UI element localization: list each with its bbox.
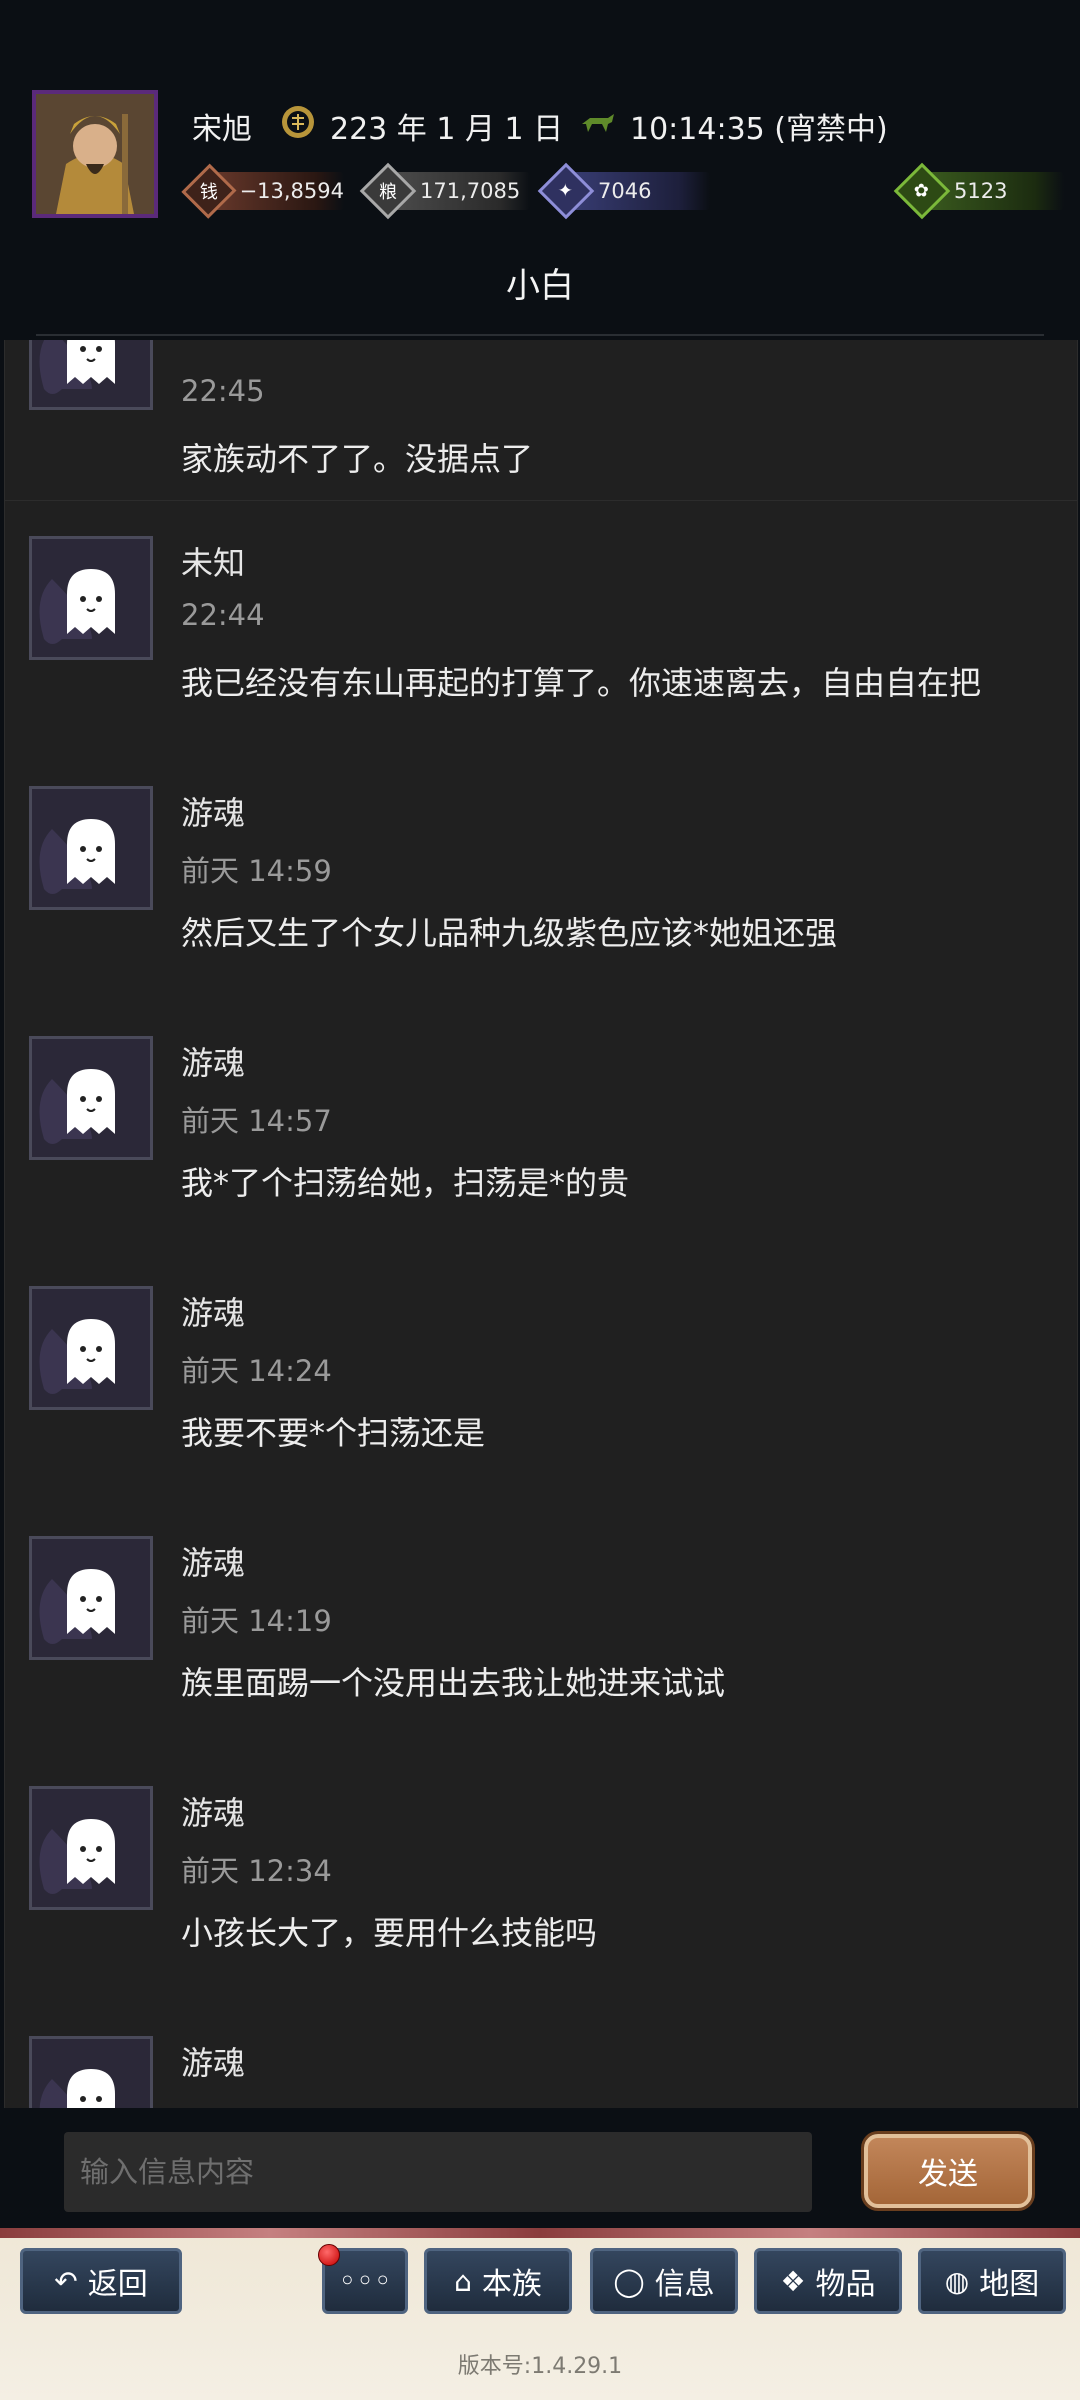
- back-button[interactable]: ↶ 返回: [20, 2248, 182, 2314]
- ghost-icon: [39, 1069, 115, 1144]
- list-item: 游魂 前天 14:19 族里面踢一个没用出去我让她进来试试: [5, 1500, 1077, 1750]
- message-text: 然后又生了个女儿品种九级紫色应该*她姐还强: [181, 914, 838, 952]
- message-sender: 未知: [181, 544, 246, 582]
- back-label: 返回: [87, 2267, 148, 2302]
- message-time: 前天 12:34: [181, 1854, 332, 1888]
- message-time: 前天 14:24: [181, 1354, 332, 1388]
- resource-bag-value: 5123: [954, 179, 1008, 203]
- ghost-avatar[interactable]: [29, 1286, 153, 1410]
- title-divider: [36, 334, 1044, 336]
- horse-icon: [582, 114, 614, 132]
- clan-button[interactable]: ⌂ 本族: [424, 2248, 572, 2314]
- message-sender: 游魂: [181, 1294, 246, 1332]
- chat-title: 小白: [506, 266, 574, 306]
- map-label: 地图: [979, 2267, 1040, 2302]
- ghost-avatar[interactable]: [29, 786, 153, 910]
- message-text: 我已经没有东山再起的打算了。你速速离去，自由自在把: [181, 664, 982, 702]
- ghost-icon: [39, 340, 115, 394]
- back-arrow-icon: ↶: [54, 2264, 78, 2298]
- list-item: 游魂 前天 14:59 然后又生了个女儿品种九级紫色应该*她姐还强: [5, 750, 1077, 1000]
- message-sender: 游魂: [181, 1044, 246, 1082]
- message-sender: 游魂: [181, 794, 246, 832]
- compose-bar: 发送: [0, 2108, 1080, 2228]
- message-sender: 游魂: [181, 1794, 246, 1832]
- clan-icon: ⌂: [454, 2264, 472, 2298]
- list-item: 游魂: [5, 2000, 1077, 2108]
- resource-strength[interactable]: ✦ 7046: [537, 162, 710, 220]
- ghost-avatar[interactable]: [29, 536, 153, 660]
- message-sender: 游魂: [181, 1544, 246, 1582]
- notification-dot: [318, 2244, 340, 2266]
- game-time: 10:14:35 (宵禁中): [630, 112, 888, 147]
- list-item: 游魂 前天 14:57 我*了个扫荡给她，扫荡是*的贵: [5, 1000, 1077, 1250]
- version-label: 版本号:1.4.29.1: [457, 2354, 623, 2379]
- map-button[interactable]: ◍ 地图: [918, 2248, 1066, 2314]
- general-portrait-icon: [36, 94, 154, 214]
- ghost-avatar[interactable]: [29, 2036, 153, 2108]
- ghost-avatar[interactable]: [29, 1036, 153, 1160]
- message-time: 前天 14:57: [181, 1104, 332, 1138]
- list-item: 22:45 家族动不了了。没据点了: [5, 340, 1077, 501]
- message-text: 我*了个扫荡给她，扫荡是*的贵: [181, 1164, 630, 1202]
- message-time: 前天 14:59: [181, 854, 332, 888]
- send-button[interactable]: 发送: [864, 2134, 1032, 2208]
- top-header: 宋旭 223 年 1 月 1 日 10:14:35 (宵禁中) 钱 −13,85…: [0, 0, 1080, 340]
- message-input[interactable]: [64, 2132, 812, 2212]
- list-item: 游魂 前天 12:34 小孩长大了，要用什么技能吗: [5, 1750, 1077, 2000]
- more-dots-icon: ◦◦◦: [338, 2263, 392, 2299]
- message-text: 我要不要*个扫荡还是: [181, 1414, 486, 1452]
- items-icon: ❖: [780, 2264, 806, 2298]
- info-label: 信息: [654, 2267, 715, 2302]
- ghost-icon: [39, 1319, 115, 1394]
- resource-bag[interactable]: ✿ 5123: [893, 162, 1064, 220]
- message-list[interactable]: 22:45 家族动不了了。没据点了 未知 22:44 我已经没有东山再起的打算了…: [4, 340, 1078, 2108]
- items-button[interactable]: ❖ 物品: [754, 2248, 902, 2314]
- list-item: 游魂 前天 14:24 我要不要*个扫荡还是: [5, 1250, 1077, 1500]
- player-avatar[interactable]: [32, 90, 158, 218]
- resource-grain-value: 171,7085: [420, 179, 521, 203]
- ghost-icon: [39, 2069, 115, 2108]
- ghost-avatar[interactable]: [29, 1786, 153, 1910]
- resource-grain[interactable]: 粮 171,7085: [359, 162, 530, 220]
- resource-money-value: −13,8594: [239, 179, 344, 203]
- game-date: 223 年 1 月 1 日: [330, 112, 564, 147]
- decorative-trim: [0, 2228, 1080, 2238]
- message-sender: 游魂: [181, 2044, 246, 2082]
- bottom-nav: ↶ 返回 ◦◦◦ ⌂ 本族 ◯ 信息 ❖ 物品 ◍ 地图 版本号:1.4.29.…: [0, 2228, 1080, 2400]
- resource-money[interactable]: 钱 −13,8594: [181, 163, 344, 219]
- list-item: 未知 22:44 我已经没有东山再起的打算了。你速速离去，自由自在把: [5, 500, 1077, 750]
- ghost-icon: [39, 1819, 115, 1894]
- ghost-avatar[interactable]: [29, 340, 153, 410]
- message-time: 22:45: [181, 374, 265, 408]
- message-time: 前天 14:19: [181, 1604, 332, 1638]
- player-name: 宋旭: [192, 112, 252, 147]
- calendar-seal-icon: [282, 106, 314, 138]
- resource-strength-value: 7046: [598, 179, 652, 203]
- ghost-avatar[interactable]: [29, 1536, 153, 1660]
- message-text: 小孩长大了，要用什么技能吗: [181, 1914, 598, 1952]
- info-button[interactable]: ◯ 信息: [590, 2248, 738, 2314]
- message-text: 族里面踢一个没用出去我让她进来试试: [181, 1664, 726, 1702]
- chat-bubble-icon: ◯: [613, 2264, 645, 2298]
- clan-label: 本族: [481, 2267, 542, 2302]
- items-label: 物品: [815, 2267, 876, 2302]
- ghost-icon: [39, 819, 115, 894]
- message-text: 家族动不了了。没据点了: [181, 440, 534, 478]
- ghost-icon: [39, 1569, 115, 1644]
- globe-icon: ◍: [944, 2264, 970, 2298]
- ghost-icon: [39, 569, 115, 644]
- message-time: 22:44: [181, 598, 265, 632]
